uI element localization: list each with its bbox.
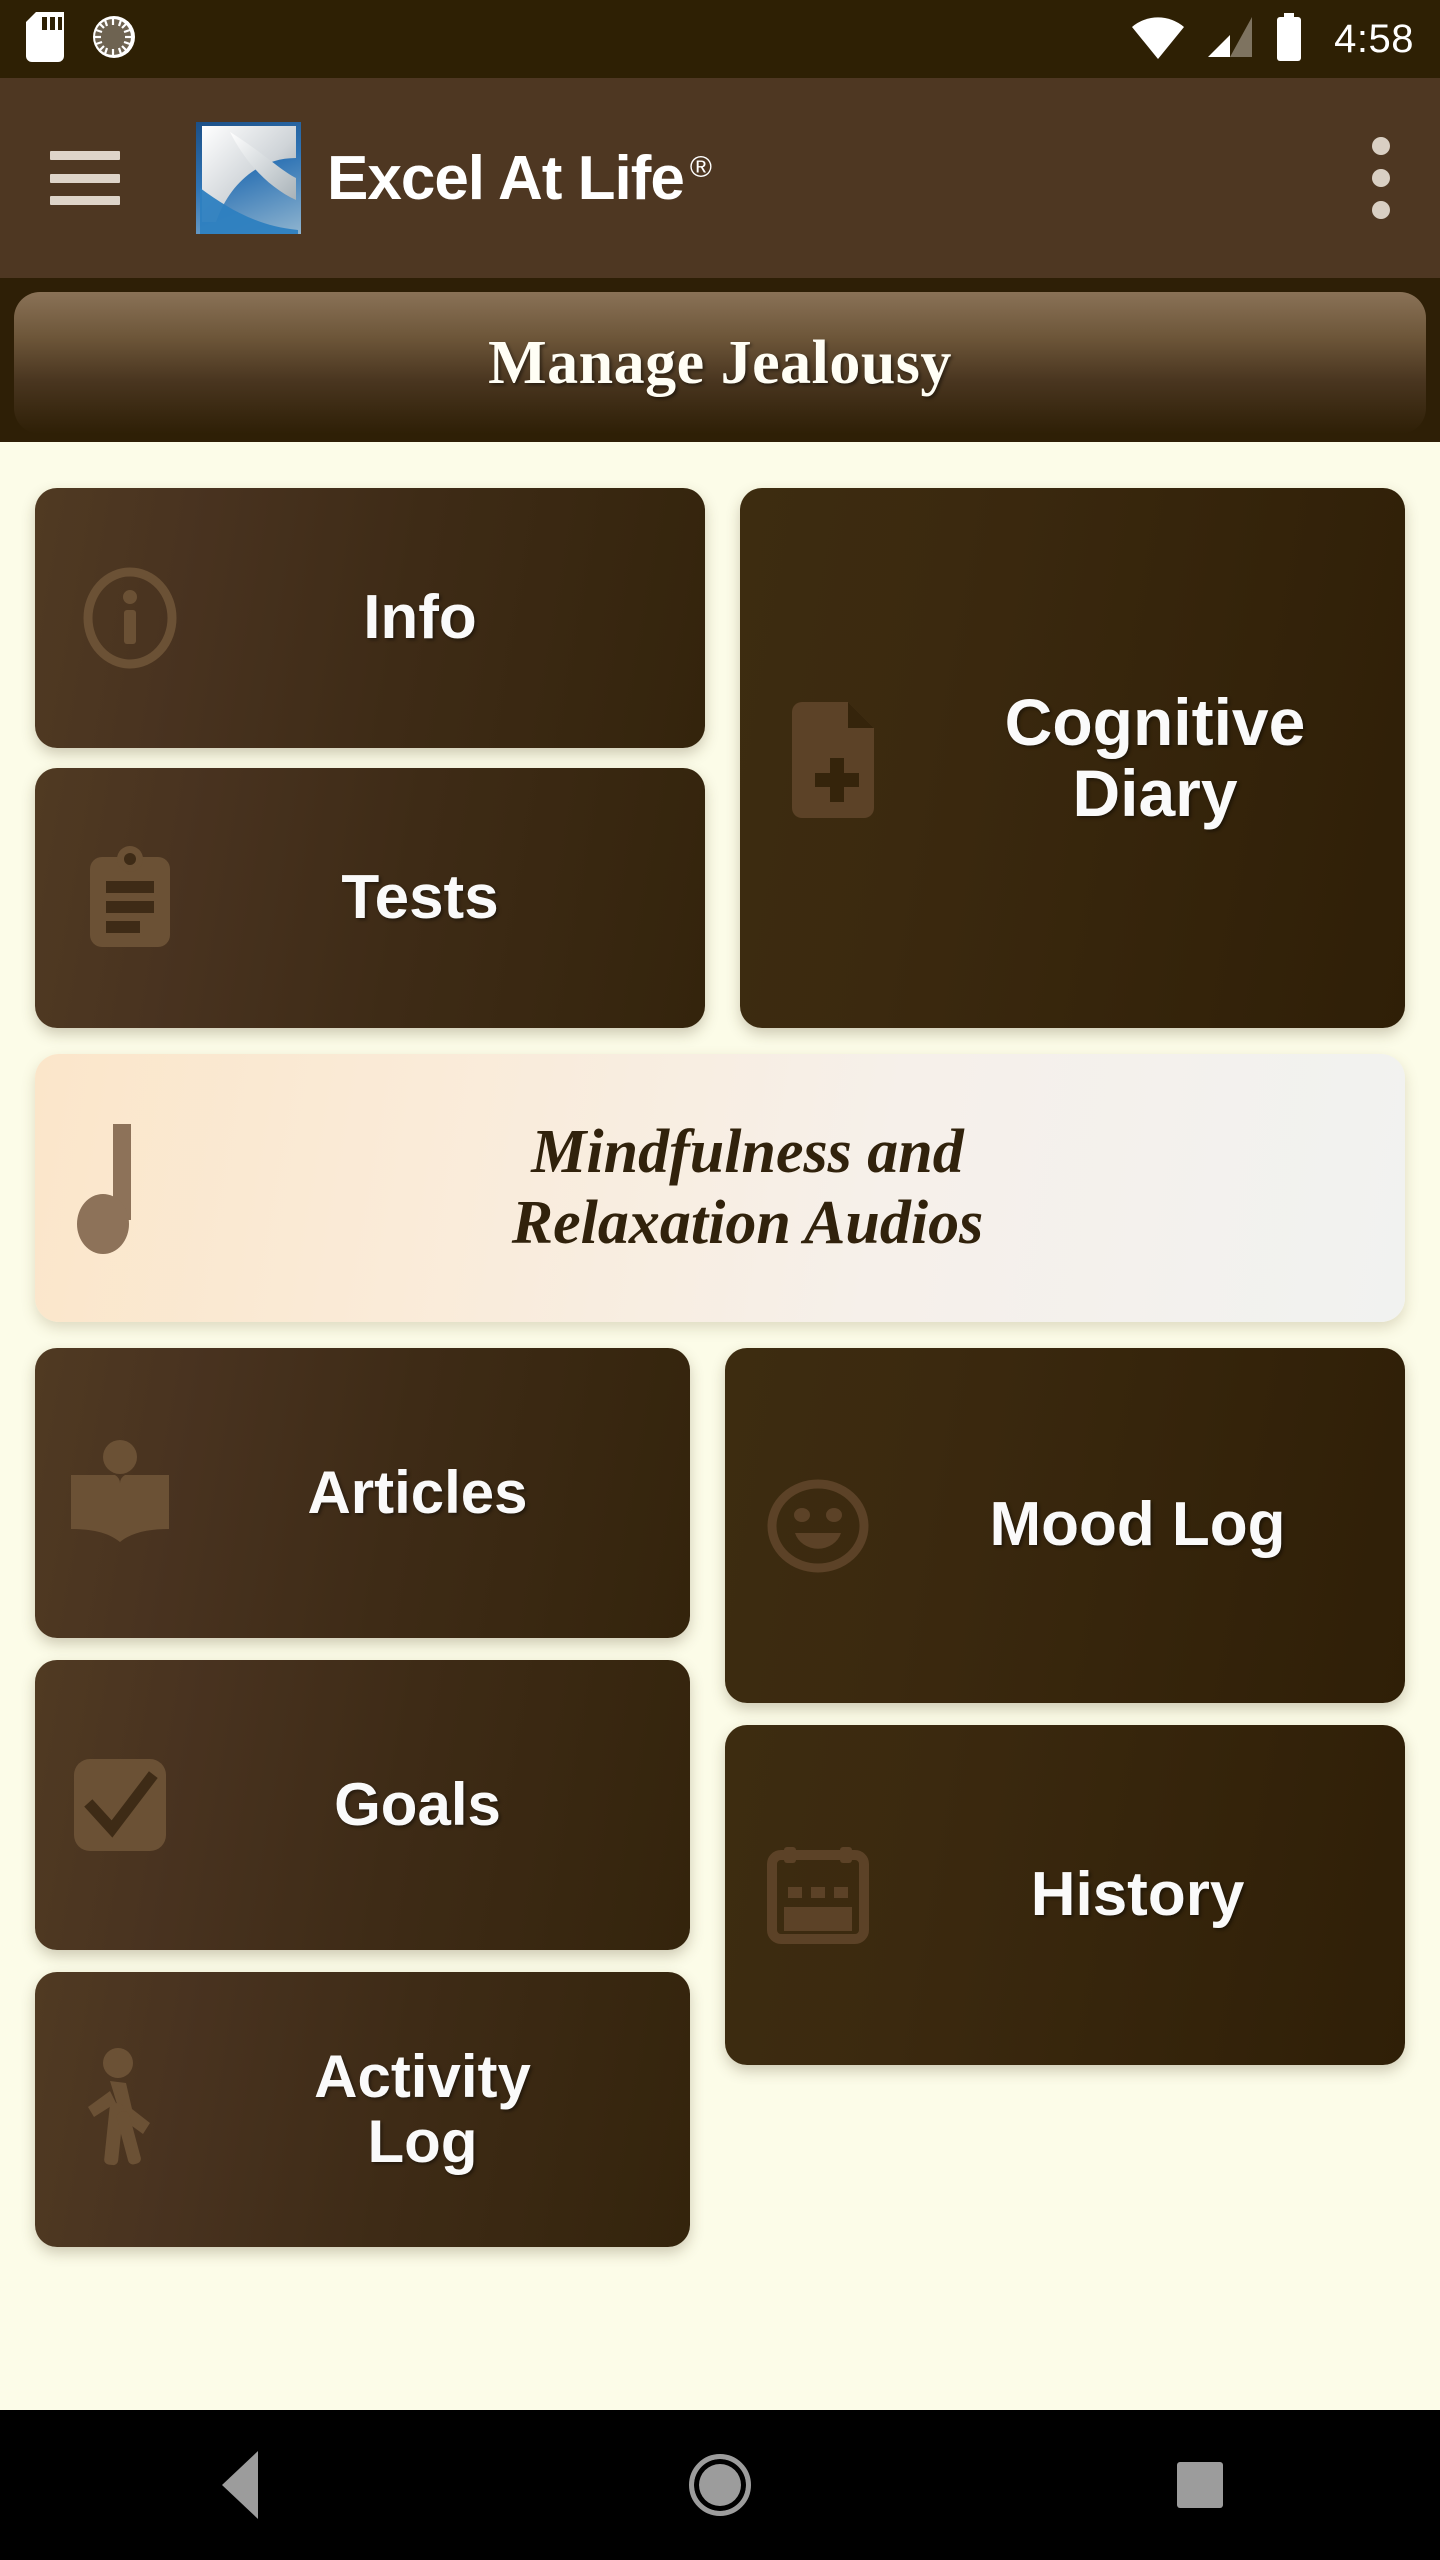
articles-card[interactable]: Articles — [35, 1348, 690, 1638]
hamburger-menu-icon[interactable] — [50, 151, 120, 205]
cellular-signal-icon — [1206, 15, 1254, 64]
phone-screen: 4:58 Excel At Life ® Manage Jealousy Inf… — [0, 0, 1440, 2560]
history-card-label: History — [1030, 1859, 1245, 1929]
tests-card[interactable]: Tests — [35, 768, 705, 1028]
topic-banner[interactable]: Manage Jealousy — [14, 292, 1426, 434]
activity-log-line-2: Log — [367, 2107, 478, 2175]
cognitive-diary-line-1: Cognitive — [1004, 684, 1306, 759]
info-card-label: Info — [363, 582, 477, 652]
note-add-icon — [740, 696, 935, 820]
feature-grid: Info Tests Cognitive Diary Mindfulness a… — [0, 442, 1440, 2410]
activity-log-card[interactable]: Activity Log — [35, 1972, 690, 2247]
check-box-icon — [35, 1753, 205, 1857]
activity-log-line-1: Activity — [314, 2042, 531, 2110]
app-bar: Excel At Life ® — [0, 78, 1440, 278]
tests-card-label: Tests — [341, 862, 499, 932]
info-circle-icon — [35, 566, 225, 670]
cognitive-diary-card[interactable]: Cognitive Diary — [740, 488, 1405, 1028]
sd-card-icon — [26, 11, 64, 67]
status-bar: 4:58 — [0, 0, 1440, 78]
activity-log-card-label: Activity Log — [205, 2042, 690, 2175]
clipboard-list-icon — [35, 843, 225, 953]
back-triangle-icon — [222, 2451, 258, 2519]
mindfulness-audios-card[interactable]: Mindfulness and Relaxation Audios — [35, 1054, 1405, 1322]
cognitive-diary-line-2: Diary — [1072, 756, 1238, 830]
mindfulness-line-2: Relaxation Audios — [511, 1189, 984, 1257]
banner-zone: Manage Jealousy — [0, 278, 1440, 442]
calendar-icon — [725, 1845, 910, 1945]
mood-log-card[interactable]: Mood Log — [725, 1348, 1405, 1703]
battery-icon — [1274, 12, 1304, 66]
trademark-symbol: ® — [689, 150, 712, 184]
wifi-icon — [1130, 15, 1186, 64]
history-card[interactable]: History — [725, 1725, 1405, 2065]
back-button[interactable] — [170, 2410, 310, 2560]
kebab-overflow-icon[interactable] — [1372, 137, 1390, 219]
mindfulness-line-1: Mindfulness and — [531, 1118, 964, 1187]
recents-square-icon — [1177, 2462, 1223, 2508]
cognitive-diary-card-label: Cognitive Diary — [935, 684, 1405, 830]
mindfulness-audios-card-label: Mindfulness and Relaxation Audios — [200, 1117, 1405, 1258]
status-bar-clock: 4:58 — [1334, 16, 1414, 61]
walking-person-icon — [35, 2047, 205, 2173]
home-button[interactable] — [650, 2410, 790, 2560]
articles-card-label: Articles — [307, 1458, 528, 1526]
topic-banner-label: Manage Jealousy — [488, 328, 952, 397]
goals-card-label: Goals — [334, 1770, 501, 1838]
excel-at-life-logo — [196, 122, 301, 234]
goals-card[interactable]: Goals — [35, 1660, 690, 1950]
status-bar-right-icons: 4:58 — [1130, 12, 1414, 66]
app-title-text: Excel At Life — [327, 143, 685, 213]
book-open-icon — [35, 1439, 205, 1547]
status-bar-left-icons — [26, 11, 140, 67]
music-note-icon — [35, 1118, 200, 1258]
mood-log-card-label: Mood Log — [989, 1490, 1286, 1560]
home-circle-icon — [689, 2454, 751, 2516]
android-navigation-bar — [0, 2410, 1440, 2560]
smiley-face-icon — [725, 1473, 910, 1579]
page-title: Excel At Life ® — [327, 143, 712, 214]
info-card[interactable]: Info — [35, 488, 705, 748]
sync-progress-icon — [90, 12, 140, 67]
recents-button[interactable] — [1130, 2410, 1270, 2560]
